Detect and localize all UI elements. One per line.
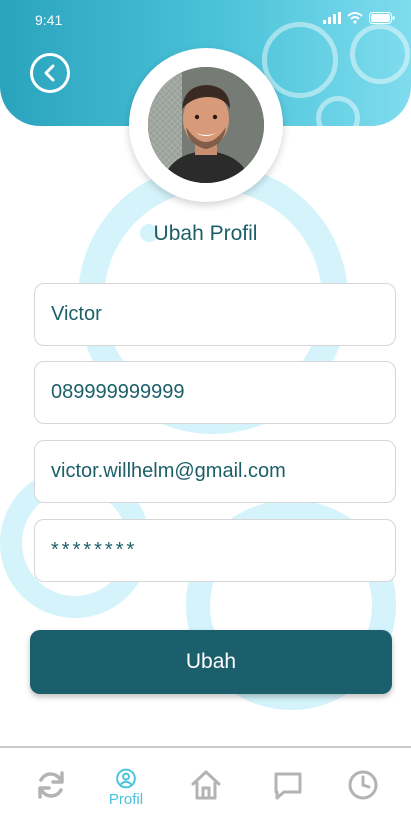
home-icon (191, 770, 221, 800)
bottom-nav: Profil (0, 746, 411, 823)
clock-icon (348, 770, 378, 800)
profile-icon (116, 768, 136, 789)
wifi-icon (347, 12, 363, 24)
phone-field[interactable] (34, 361, 396, 424)
signal-icon (323, 12, 341, 24)
profile-photo (148, 67, 264, 183)
nav-refresh[interactable] (31, 768, 71, 808)
avatar (148, 67, 264, 183)
nav-profile-label: Profil (108, 791, 144, 808)
nav-history[interactable] (343, 768, 383, 808)
battery-icon (369, 12, 395, 24)
name-field[interactable] (34, 283, 396, 346)
refresh-icon (38, 771, 64, 799)
avatar-frame[interactable] (129, 48, 283, 202)
header-ring (316, 96, 360, 126)
password-field[interactable] (34, 519, 396, 582)
email-field[interactable] (34, 440, 396, 503)
nav-chat[interactable] (268, 768, 308, 808)
header-ring (350, 24, 410, 84)
edit-profile-title[interactable]: Ubah Profil (0, 222, 411, 246)
back-button[interactable] (30, 53, 70, 93)
submit-button[interactable]: Ubah (30, 630, 392, 694)
nav-profile[interactable]: Profil (106, 768, 146, 808)
status-icons (323, 12, 395, 24)
chat-icon (274, 772, 302, 800)
status-time: 9:41 (35, 12, 63, 28)
nav-home[interactable] (186, 768, 226, 808)
chevron-left-icon (44, 64, 55, 82)
header-ring (262, 22, 338, 98)
